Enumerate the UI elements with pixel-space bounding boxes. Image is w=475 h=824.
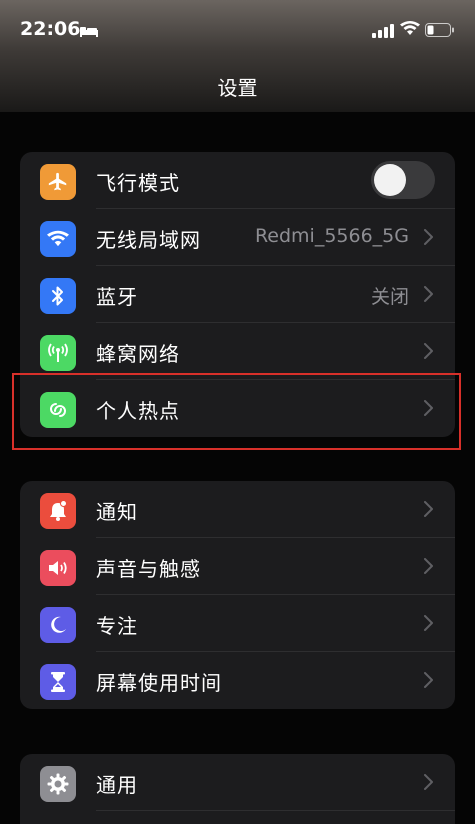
- airplane-mode-toggle[interactable]: [371, 161, 435, 199]
- moon-icon: [40, 607, 76, 643]
- row-label: 通用: [96, 773, 138, 797]
- top-bar: 22:06 设置: [0, 0, 475, 112]
- signal-icon: [372, 23, 394, 42]
- row-sounds-haptics[interactable]: 声音与触感: [20, 538, 455, 595]
- highlight-box: [12, 373, 461, 450]
- row-notifications[interactable]: 通知: [20, 481, 455, 538]
- row-label: 专注: [96, 614, 138, 638]
- status-bar: 22:06: [0, 14, 475, 44]
- wifi-icon: [40, 221, 76, 257]
- chevron-right-icon: [424, 774, 433, 794]
- status-time: 22:06: [20, 18, 81, 40]
- bluetooth-status: 关闭: [370, 286, 409, 308]
- chevron-right-icon: [424, 229, 433, 249]
- chevron-right-icon: [424, 286, 433, 306]
- row-label: 通知: [96, 500, 138, 524]
- speaker-icon: [40, 550, 76, 586]
- chevron-right-icon: [424, 558, 433, 578]
- row-focus[interactable]: 专注: [20, 595, 455, 652]
- wifi-network-name: Redmi_5566_5G: [254, 225, 409, 247]
- settings-screen: 22:06 设置 飞行模式 无线局域网 Redmi_5566_5G 蓝牙 关闭 …: [0, 0, 475, 824]
- wifi-icon: [400, 21, 420, 40]
- row-general[interactable]: 通用: [20, 754, 455, 811]
- row-label: 无线局域网: [96, 228, 201, 252]
- chevron-right-icon: [424, 501, 433, 521]
- toggle-knob: [374, 164, 406, 196]
- antenna-icon: [40, 335, 76, 371]
- chevron-right-icon: [424, 672, 433, 692]
- bluetooth-icon: [40, 278, 76, 314]
- battery-icon: [425, 22, 455, 41]
- gear-icon: [40, 766, 76, 802]
- row-screen-time[interactable]: 屏幕使用时间: [20, 652, 455, 709]
- page-title: 设置: [217, 76, 258, 100]
- bed-icon: [80, 22, 98, 41]
- row-label: 蜂窝网络: [96, 342, 180, 366]
- settings-group-general: 通用: [20, 754, 455, 824]
- chevron-right-icon: [424, 615, 433, 635]
- row-airplane-mode[interactable]: 飞行模式: [20, 152, 455, 209]
- row-label: 蓝牙: [96, 285, 138, 309]
- airplane-icon: [40, 164, 76, 200]
- chevron-right-icon: [424, 343, 433, 363]
- hourglass-icon: [40, 664, 76, 700]
- row-label: 飞行模式: [96, 171, 180, 195]
- settings-group-notifications: 通知 声音与触感 专注 屏幕使用时间: [20, 481, 455, 709]
- notification-icon: [40, 493, 76, 529]
- row-cellular[interactable]: 蜂窝网络: [20, 323, 455, 380]
- row-label: 声音与触感: [96, 557, 201, 581]
- row-wifi[interactable]: 无线局域网 Redmi_5566_5G: [20, 209, 455, 266]
- row-label: 屏幕使用时间: [96, 671, 222, 695]
- row-bluetooth[interactable]: 蓝牙 关闭: [20, 266, 455, 323]
- divider: [96, 810, 455, 811]
